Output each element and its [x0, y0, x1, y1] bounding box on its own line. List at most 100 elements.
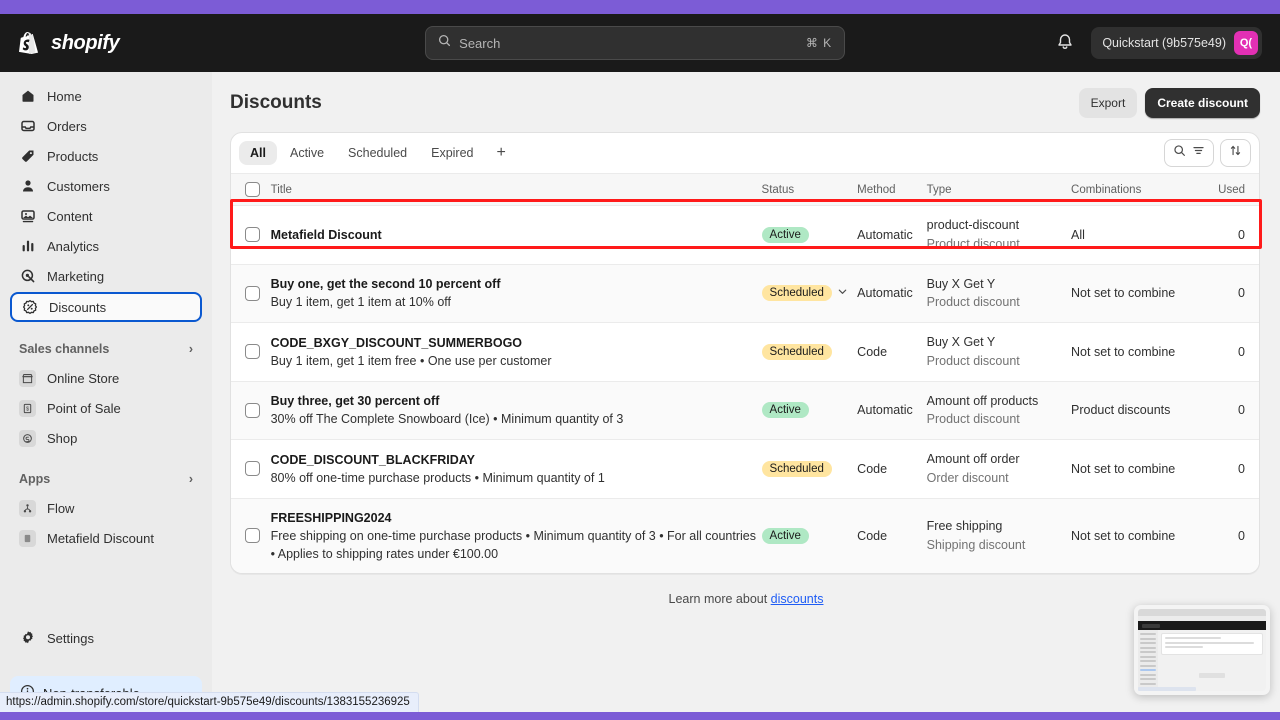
shopify-brand[interactable]: shopify	[0, 31, 215, 56]
recording-band-top	[0, 0, 1280, 14]
sidebar-item-home[interactable]: Home	[10, 82, 202, 110]
tab-scheduled[interactable]: Scheduled	[337, 141, 418, 165]
discount-subtitle: Buy 1 item, get 1 item free • One use pe…	[270, 353, 552, 368]
bar-chart-icon	[19, 238, 36, 255]
discount-title: Metafield Discount	[270, 227, 382, 242]
recording-band-bottom	[0, 712, 1280, 720]
row-checkbox[interactable]	[245, 528, 260, 544]
table-row[interactable]: Buy one, get the second 10 percent off B…	[231, 264, 1259, 323]
export-button[interactable]: Export	[1078, 88, 1138, 118]
discount-combinations: Not set to combine	[1071, 498, 1219, 573]
column-title: Title	[270, 174, 762, 206]
sort-button[interactable]	[1220, 139, 1251, 167]
pip-main	[1158, 630, 1266, 691]
shopify-logo-icon	[18, 31, 42, 56]
column-method: Method	[857, 174, 927, 206]
table-row[interactable]: CODE_DISCOUNT_BLACKFRIDAY 80% off one-ti…	[231, 439, 1259, 499]
pip-admin-topbar	[1138, 621, 1266, 630]
avatar: Q(	[1234, 31, 1258, 55]
sidebar-item-content[interactable]: Content	[10, 202, 202, 230]
tab-expired[interactable]: Expired	[420, 141, 484, 165]
sidebar-item-online-store[interactable]: Online Store	[10, 364, 202, 392]
sidebar-item-label: Flow	[47, 500, 75, 516]
discount-combinations: Not set to combine	[1071, 439, 1219, 499]
top-bar: shopify Search ⌘ K Quickstart (9b575e49)…	[0, 14, 1280, 72]
tab-all[interactable]: All	[239, 141, 277, 165]
row-checkbox[interactable]	[245, 227, 260, 243]
discounts-table: Title Status Method Type Combinations Us…	[231, 174, 1259, 573]
pip-status-bar	[1138, 687, 1196, 691]
sidebar-item-label: Marketing	[47, 268, 105, 284]
row-checkbox[interactable]	[245, 461, 260, 477]
pip-body	[1138, 630, 1266, 691]
search-and-filter-button[interactable]	[1164, 139, 1214, 167]
discount-type-sub: Product discount	[926, 353, 1020, 368]
discount-combinations: Product discounts	[1071, 381, 1219, 440]
notifications-bell-icon[interactable]	[1055, 32, 1077, 54]
sidebar-item-metafield-discount[interactable]: Metafield Discount	[10, 524, 202, 552]
discounts-link[interactable]: discounts	[771, 592, 824, 606]
discount-type-sub: Product discount	[926, 412, 1020, 427]
table-row[interactable]: Buy three, get 30 percent off 30% off Th…	[231, 381, 1259, 440]
tab-active[interactable]: Active	[279, 141, 335, 165]
main-content: Discounts Export Create discount All Act…	[212, 72, 1280, 712]
discount-title: Buy three, get 30 percent off	[270, 394, 440, 409]
row-checkbox[interactable]	[245, 344, 260, 360]
row-checkbox[interactable]	[245, 285, 260, 301]
search-icon	[1173, 144, 1186, 162]
discount-used: 0	[1218, 264, 1259, 323]
sidebar-section-apps[interactable]: Apps ›	[10, 466, 202, 492]
settings-row: Settings	[10, 624, 202, 654]
sidebar-item-analytics[interactable]: Analytics	[10, 232, 202, 260]
column-combinations: Combinations	[1071, 174, 1219, 206]
discount-type: Buy X Get Y	[926, 276, 996, 291]
discount-method: Automatic	[857, 264, 927, 323]
sidebar-item-point-of-sale[interactable]: $ Point of Sale	[10, 394, 202, 422]
pip-card	[1161, 633, 1263, 655]
sidebar-item-marketing[interactable]: Marketing	[10, 262, 202, 290]
discount-method: Code	[857, 322, 927, 382]
account-name: Quickstart (9b575e49)	[1102, 36, 1226, 50]
sidebar-item-products[interactable]: Products	[10, 142, 202, 170]
table-row[interactable]: FREESHIPPING2024 Free shipping on one-ti…	[231, 498, 1259, 573]
sidebar-section-sales-channels[interactable]: Sales channels ›	[10, 336, 202, 362]
discount-used: 0	[1218, 205, 1259, 265]
learn-more-prefix: Learn more about	[668, 591, 771, 606]
chevron-down-icon[interactable]	[837, 286, 848, 300]
status-badge: Scheduled	[761, 460, 832, 477]
table-row[interactable]: CODE_BXGY_DISCOUNT_SUMMERBOGO Buy 1 item…	[231, 322, 1259, 382]
sidebar-item-shop[interactable]: Shop	[10, 424, 202, 452]
table-head: Title Status Method Type Combinations Us…	[231, 174, 1259, 206]
discount-subtitle: Free shipping on one-time purchase produ…	[270, 528, 756, 561]
select-all-checkbox[interactable]	[245, 182, 260, 197]
add-view-button[interactable]: +	[487, 142, 516, 164]
sidebar-item-flow[interactable]: Flow	[10, 494, 202, 522]
content-icon	[19, 208, 36, 225]
sidebar-item-discounts[interactable]: Discounts	[10, 292, 202, 322]
flow-icon	[19, 499, 36, 517]
page-header-actions: Export Create discount	[1078, 88, 1260, 118]
discount-used: 0	[1218, 439, 1259, 499]
sidebar-item-customers[interactable]: Customers	[10, 172, 202, 200]
chevron-right-icon: ›	[188, 472, 193, 486]
search-input[interactable]: Search ⌘ K	[425, 26, 846, 60]
discount-method: Code	[857, 498, 927, 573]
pip-sidebar	[1138, 630, 1158, 691]
create-discount-button[interactable]: Create discount	[1145, 88, 1260, 118]
discount-type: product-discount	[926, 218, 1020, 232]
discount-type: Free shipping	[926, 518, 1003, 533]
row-checkbox[interactable]	[245, 402, 260, 418]
table-row[interactable]: Metafield Discount Active Automatic prod…	[231, 205, 1259, 265]
sidebar-item-orders[interactable]: Orders	[10, 112, 202, 140]
discount-combinations: All	[1071, 205, 1219, 265]
app-screen: shopify Search ⌘ K Quickstart (9b575e49)…	[0, 0, 1280, 720]
account-button[interactable]: Quickstart (9b575e49) Q(	[1091, 27, 1262, 59]
discount-method: Automatic	[857, 205, 927, 265]
sidebar-item-label: Shop	[47, 430, 78, 446]
picture-in-picture-thumbnail[interactable]	[1134, 605, 1270, 695]
sidebar-item-settings[interactable]: Settings	[10, 624, 202, 652]
sidebar-item-label: Online Store	[47, 370, 120, 386]
search-area: Search ⌘ K	[215, 26, 1055, 60]
status-badge: Active	[761, 226, 809, 243]
tabs-row: All Active Scheduled Expired +	[231, 133, 1259, 174]
